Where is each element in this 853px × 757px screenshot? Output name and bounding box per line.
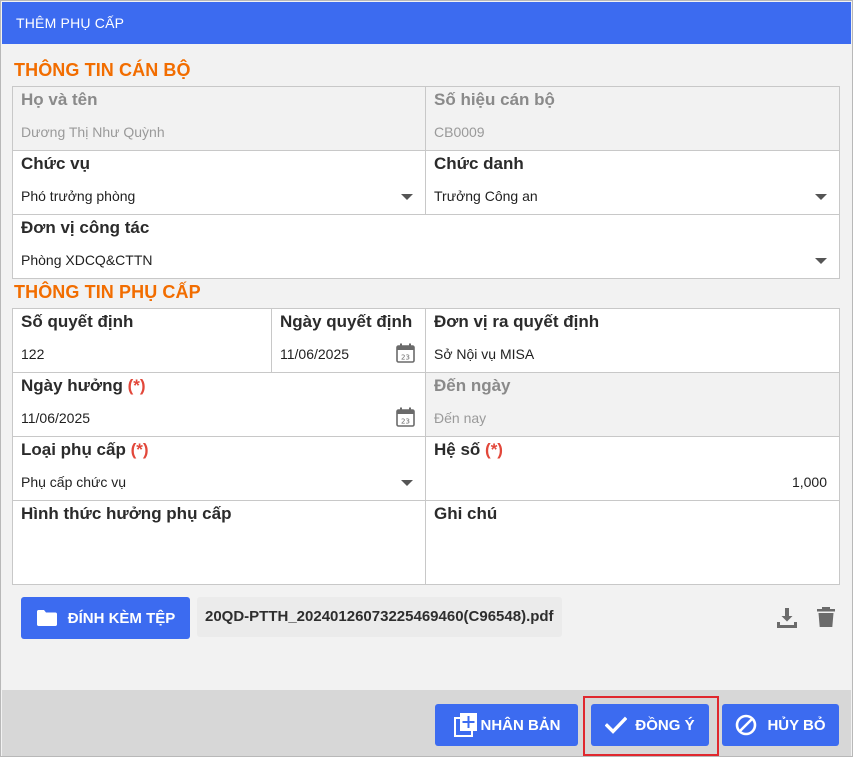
coefficient-field[interactable]: Hệ số (*) 1,000 [426, 437, 839, 501]
start-date-field[interactable]: Ngày hưởng (*) 11/06/2025 23 [13, 373, 426, 437]
decision-date-field[interactable]: Ngày quyết định 11/06/2025 23 [272, 309, 426, 373]
full-name-label: Họ và tên [21, 90, 98, 109]
issuing-unit-value[interactable]: Sở Nội vụ MISA [434, 346, 534, 362]
add-allowance-dialog: THÊM PHỤ CẤP THÔNG TIN CÁN BỘ Họ và tên … [0, 0, 853, 757]
issuing-unit-field[interactable]: Đơn vị ra quyết định Sở Nội vụ MISA [426, 309, 839, 373]
duplicate-button[interactable]: NHÂN BẢN [435, 704, 578, 746]
duplicate-label: NHÂN BẢN [480, 716, 561, 734]
staff-code-label: Số hiệu cán bộ [434, 90, 555, 109]
download-icon[interactable] [775, 605, 799, 629]
job-title-label: Chức danh [434, 154, 524, 173]
end-date-field: Đến ngày Đến nay [426, 373, 839, 437]
allowance-method-field[interactable]: Hình thức hưởng phụ cấp [13, 501, 426, 584]
chevron-down-icon[interactable] [815, 258, 827, 264]
svg-text:23: 23 [401, 418, 410, 426]
staff-code-value: CB0009 [434, 124, 485, 140]
cancel-icon [736, 714, 757, 736]
trash-icon[interactable] [814, 605, 838, 629]
allowance-type-label: Loại phụ cấp (*) [21, 440, 149, 459]
cancel-button[interactable]: HỦY BỎ [722, 704, 839, 746]
coefficient-label: Hệ số (*) [434, 440, 503, 459]
note-field[interactable]: Ghi chú [426, 501, 839, 584]
attach-file-label: ĐÍNH KÈM TỆP [67, 609, 176, 627]
allowance-info-section-title: THÔNG TIN PHỤ CẤP [14, 282, 201, 302]
calendar-icon[interactable]: 23 [396, 407, 415, 427]
required-marker: (*) [127, 376, 146, 395]
start-date-value[interactable]: 11/06/2025 [21, 410, 90, 426]
note-label: Ghi chú [434, 504, 498, 523]
coefficient-value[interactable]: 1,000 [792, 474, 827, 490]
decision-number-value[interactable]: 122 [21, 346, 44, 362]
job-title-select[interactable]: Chức danh Trưởng Công an [426, 151, 839, 215]
allowance-method-label: Hình thức hưởng phụ cấp [21, 504, 232, 523]
duplicate-icon [453, 713, 477, 737]
job-title-value: Trưởng Công an [434, 188, 538, 204]
confirm-highlight-box [583, 696, 719, 756]
required-marker: (*) [130, 440, 149, 459]
required-marker: (*) [485, 440, 503, 459]
position-value: Phó trưởng phòng [21, 188, 136, 204]
decision-number-field[interactable]: Số quyết định 122 [13, 309, 272, 373]
position-label: Chức vụ [21, 154, 90, 173]
position-select[interactable]: Chức vụ Phó trưởng phòng [13, 151, 426, 215]
decision-date-label: Ngày quyết định [280, 312, 413, 331]
issuing-unit-label: Đơn vị ra quyết định [434, 312, 600, 331]
unit-select[interactable]: Đơn vị công tác Phòng XDCQ&CTTN [13, 215, 839, 278]
decision-date-value[interactable]: 11/06/2025 [280, 346, 349, 362]
cancel-label: HỦY BỎ [767, 716, 826, 734]
unit-label: Đơn vị công tác [21, 218, 150, 237]
chevron-down-icon[interactable] [815, 194, 827, 200]
allowance-info-grid: Số quyết định 122 Ngày quyết định 11/06/… [12, 308, 840, 585]
end-date-label: Đến ngày [434, 376, 511, 395]
attach-file-button[interactable]: ĐÍNH KÈM TỆP [21, 597, 190, 639]
allowance-type-select[interactable]: Loại phụ cấp (*) Phụ cấp chức vụ [13, 437, 426, 501]
allowance-type-value: Phụ cấp chức vụ [21, 474, 127, 490]
start-date-label: Ngày hưởng (*) [21, 376, 146, 395]
full-name-field: Họ và tên Dương Thị Như Quỳnh [13, 87, 426, 151]
decision-number-label: Số quyết định [21, 312, 134, 331]
chevron-down-icon[interactable] [401, 480, 413, 486]
svg-text:23: 23 [401, 354, 410, 362]
staff-info-section-title: THÔNG TIN CÁN BỘ [14, 60, 191, 80]
calendar-icon[interactable]: 23 [396, 343, 415, 363]
staff-code-field: Số hiệu cán bộ CB0009 [426, 87, 839, 151]
staff-info-grid: Họ và tên Dương Thị Như Quỳnh Số hiệu cá… [12, 86, 840, 279]
folder-icon [36, 610, 57, 626]
unit-value: Phòng XDCQ&CTTN [21, 252, 153, 268]
attached-file-name[interactable]: 20QD-PTTH_20240126073225469460(C96548).p… [197, 597, 562, 637]
end-date-placeholder: Đến nay [434, 410, 487, 426]
chevron-down-icon[interactable] [401, 194, 413, 200]
full-name-value: Dương Thị Như Quỳnh [21, 124, 165, 140]
dialog-title: THÊM PHỤ CẤP [2, 2, 851, 44]
